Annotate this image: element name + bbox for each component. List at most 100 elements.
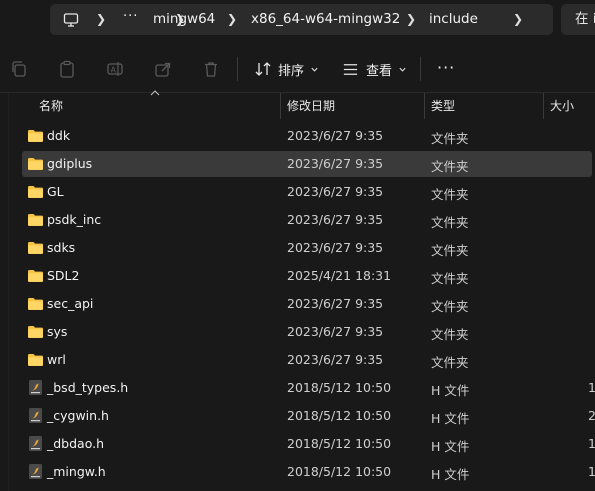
file-modified: 2023/6/27 9:35: [287, 128, 384, 143]
list-item[interactable]: SDL2 2025/4/21 18:31 文件夹: [22, 263, 592, 289]
file-size: 15: [588, 464, 595, 479]
file-modified: 2018/5/12 10:50: [287, 380, 392, 395]
file-type: H 文件: [431, 383, 470, 398]
computer-icon[interactable]: [63, 12, 79, 28]
column-resize-handle[interactable]: [543, 93, 544, 119]
rename-icon[interactable]: A: [106, 60, 124, 78]
column-header-type[interactable]: 类型: [431, 97, 455, 114]
file-name: ddk: [47, 128, 71, 143]
file-type: H 文件: [431, 467, 470, 482]
file-type: 文件夹: [431, 327, 469, 342]
file-type: H 文件: [431, 439, 470, 454]
header-file-icon: [27, 407, 44, 424]
clipboard-icon[interactable]: [58, 60, 76, 78]
more-options-button[interactable]: ···: [437, 60, 455, 76]
breadcrumb-overflow[interactable]: ···: [123, 9, 138, 24]
list-item[interactable]: sys 2023/6/27 9:35 文件夹: [22, 319, 592, 345]
sort-icon: [254, 60, 272, 78]
file-name: wrl: [47, 352, 66, 367]
trash-icon[interactable]: [202, 60, 220, 78]
folder-icon: [27, 323, 44, 340]
list-item[interactable]: sdks 2023/6/27 9:35 文件夹: [22, 235, 592, 261]
list-item[interactable]: wrl 2023/6/27 9:35 文件夹: [22, 347, 592, 373]
copy-icon[interactable]: [10, 60, 28, 78]
file-name: _mingw.h: [47, 464, 106, 479]
sort-label: 排序: [278, 63, 305, 79]
file-type: H 文件: [431, 411, 470, 426]
list-item[interactable]: ddk 2023/6/27 9:35 文件夹: [22, 123, 592, 149]
chevron-right-icon: ❯: [96, 12, 107, 26]
sort-up-icon: [150, 90, 160, 96]
column-resize-handle[interactable]: [424, 93, 425, 119]
chevron-right-icon: ❯: [406, 12, 417, 26]
header-file-icon: [27, 435, 44, 452]
file-type: 文件夹: [431, 159, 469, 174]
list-item[interactable]: _cygwin.h 2018/5/12 10:50 H 文件 2: [22, 403, 595, 429]
header-file-icon: [27, 463, 44, 480]
folder-icon: [27, 211, 44, 228]
file-name: SDL2: [47, 268, 80, 283]
file-type: 文件夹: [431, 355, 469, 370]
file-name: sdks: [47, 240, 76, 255]
folder-icon: [27, 127, 44, 144]
command-bar: A 排序 查看 ···: [0, 44, 595, 94]
chevron-right-icon: ❯: [227, 12, 238, 26]
file-type: 文件夹: [431, 131, 469, 146]
column-header-modified[interactable]: 修改日期: [287, 97, 335, 114]
folder-icon: [27, 155, 44, 172]
column-header-name[interactable]: 名称: [39, 97, 63, 114]
chevron-down-icon: [398, 65, 407, 74]
file-modified: 2023/6/27 9:35: [287, 156, 384, 171]
list-item[interactable]: gdiplus 2023/6/27 9:35 文件夹: [22, 151, 592, 177]
chevron-right-icon[interactable]: ❯: [513, 12, 523, 26]
list-item[interactable]: sec_api 2023/6/27 9:35 文件夹: [22, 291, 592, 317]
file-modified: 2018/5/12 10:50: [287, 436, 392, 451]
toolbar-divider: [237, 57, 238, 81]
list-item[interactable]: _mingw.h 2018/5/12 10:50 H 文件 15: [22, 459, 595, 485]
file-size: 1: [588, 380, 595, 395]
view-button[interactable]: 查看: [342, 58, 407, 80]
column-headers: 名称 修改日期 类型 大小: [0, 90, 595, 119]
file-name: gdiplus: [47, 156, 93, 171]
file-modified: 2023/6/27 9:35: [287, 352, 384, 367]
list-item[interactable]: psdk_inc 2023/6/27 9:35 文件夹: [22, 207, 592, 233]
file-name: _cygwin.h: [47, 408, 109, 423]
list-item[interactable]: _dbdao.h 2018/5/12 10:50 H 文件 15: [22, 431, 595, 457]
folder-icon: [27, 183, 44, 200]
file-modified: 2023/6/27 9:35: [287, 212, 384, 227]
file-modified: 2023/6/27 9:35: [287, 296, 384, 311]
file-modified: 2023/6/27 9:35: [287, 240, 384, 255]
file-modified: 2025/4/21 18:31: [287, 268, 392, 283]
header-file-icon: [27, 379, 44, 396]
list-item[interactable]: _bsd_types.h 2018/5/12 10:50 H 文件 1: [22, 375, 595, 401]
file-name: sys: [47, 324, 68, 339]
search-input[interactable]: 在 i: [561, 4, 595, 35]
navigation-pane-edge: [0, 93, 9, 491]
toolbar-divider: [420, 57, 421, 81]
file-explorer-window: ❯ ··· ❯ mingw64 ❯ x86_64-w64-mingw32 ❯ i…: [0, 0, 595, 491]
sort-button[interactable]: 排序: [254, 58, 319, 80]
column-resize-handle[interactable]: [280, 93, 281, 119]
share-icon[interactable]: [154, 60, 172, 78]
column-header-size[interactable]: 大小: [550, 97, 574, 114]
breadcrumb-x86_64-w64-mingw32[interactable]: x86_64-w64-mingw32: [251, 11, 400, 27]
file-type: 文件夹: [431, 187, 469, 202]
file-name: GL: [47, 184, 64, 199]
breadcrumb-include[interactable]: include: [429, 11, 478, 27]
list-item[interactable]: GL 2023/6/27 9:35 文件夹: [22, 179, 592, 205]
chevron-down-icon: [310, 65, 319, 74]
file-name: _dbdao.h: [47, 436, 105, 451]
breadcrumb-mingw64[interactable]: mingw64: [153, 11, 215, 27]
file-type: 文件夹: [431, 299, 469, 314]
address-bar[interactable]: ❯ ··· ❯ mingw64 ❯ x86_64-w64-mingw32 ❯ i…: [50, 4, 553, 35]
file-modified: 2018/5/12 10:50: [287, 408, 392, 423]
folder-icon: [27, 267, 44, 284]
file-type: 文件夹: [431, 243, 469, 258]
folder-icon: [27, 351, 44, 368]
file-type: 文件夹: [431, 215, 469, 230]
file-name: psdk_inc: [47, 212, 102, 227]
svg-text:A: A: [111, 66, 117, 75]
file-modified: 2023/6/27 9:35: [287, 184, 384, 199]
file-name: sec_api: [47, 296, 94, 311]
file-size: 15: [588, 436, 595, 451]
